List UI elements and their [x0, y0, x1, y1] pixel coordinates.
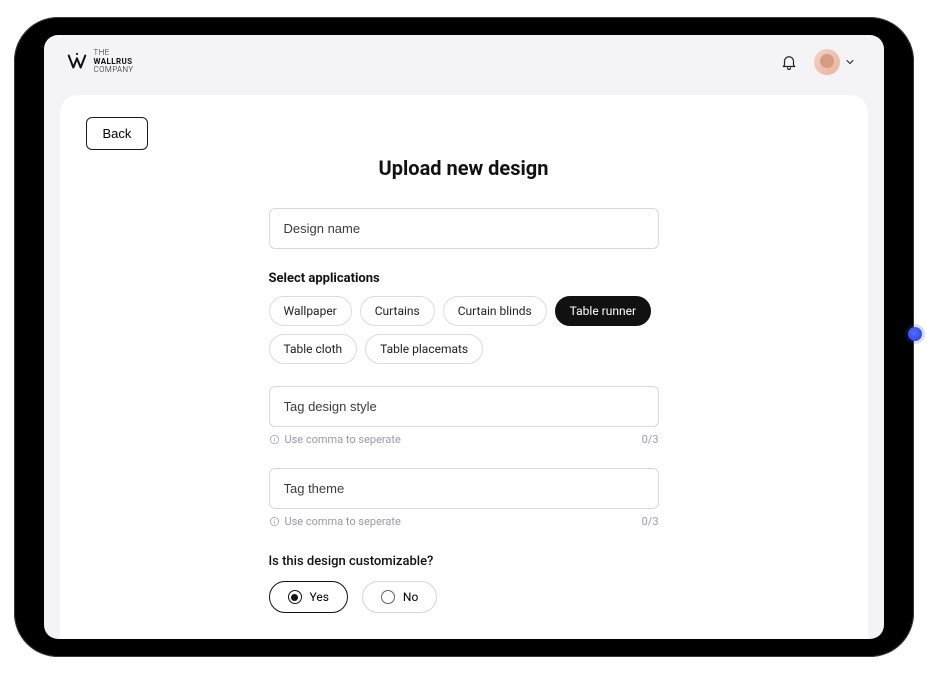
application-chip[interactable]: Table cloth [269, 334, 358, 364]
application-chip[interactable]: Curtains [360, 296, 435, 326]
topbar: THE WALLRUS COMPANY [44, 35, 884, 89]
design-name-input[interactable] [269, 208, 659, 249]
radio-dot-icon [381, 590, 395, 604]
applications-chip-group: Wallpaper Curtains Curtain blinds Table run… [269, 296, 659, 364]
application-chip[interactable]: Curtain blinds [443, 296, 547, 326]
tag-theme-hint-row: Use comma to seperate 0/3 [269, 515, 659, 528]
back-button[interactable]: Back [86, 117, 149, 150]
avatar [814, 49, 840, 75]
tag-style-hint: Use comma to seperate [285, 433, 401, 446]
tablet-frame: THE WALLRUS COMPANY [14, 17, 914, 657]
tag-theme-input[interactable] [269, 468, 659, 509]
application-chip[interactable]: Wallpaper [269, 296, 352, 326]
notifications-button[interactable] [780, 53, 798, 71]
logo-text: THE WALLRUS COMPANY [94, 49, 134, 74]
select-applications-label: Select applications [269, 271, 659, 286]
radio-yes[interactable]: Yes [269, 581, 348, 613]
topbar-right [780, 49, 856, 75]
customizable-question: Is this design customizable? [269, 554, 659, 569]
annotation-dot [908, 327, 922, 341]
radio-no-label: No [403, 590, 418, 604]
customizable-radio-group: Yes No [269, 581, 659, 613]
radio-no[interactable]: No [362, 581, 437, 613]
application-chip[interactable]: Table runner [555, 296, 651, 326]
main-card: Back Upload new design Select applicatio… [60, 95, 868, 639]
tag-theme-counter: 0/3 [642, 515, 659, 528]
user-menu[interactable] [814, 49, 856, 75]
tag-style-hint-row: Use comma to seperate 0/3 [269, 433, 659, 446]
tag-style-input[interactable] [269, 386, 659, 427]
form-column: Select applications Wallpaper Curtains Cur… [269, 208, 659, 639]
screen: THE WALLRUS COMPANY [44, 35, 884, 639]
brand-logo[interactable]: THE WALLRUS COMPANY [66, 49, 134, 74]
radio-yes-label: Yes [310, 590, 329, 604]
info-icon [269, 434, 280, 445]
tag-style-counter: 0/3 [642, 433, 659, 446]
page-title: Upload new design [86, 156, 842, 180]
info-icon [269, 516, 280, 527]
chevron-down-icon [844, 56, 856, 68]
tag-theme-hint: Use comma to seperate [285, 515, 401, 528]
radio-dot-icon [288, 590, 302, 604]
application-chip[interactable]: Table placemats [365, 334, 483, 364]
logo-mark-icon [66, 51, 88, 73]
